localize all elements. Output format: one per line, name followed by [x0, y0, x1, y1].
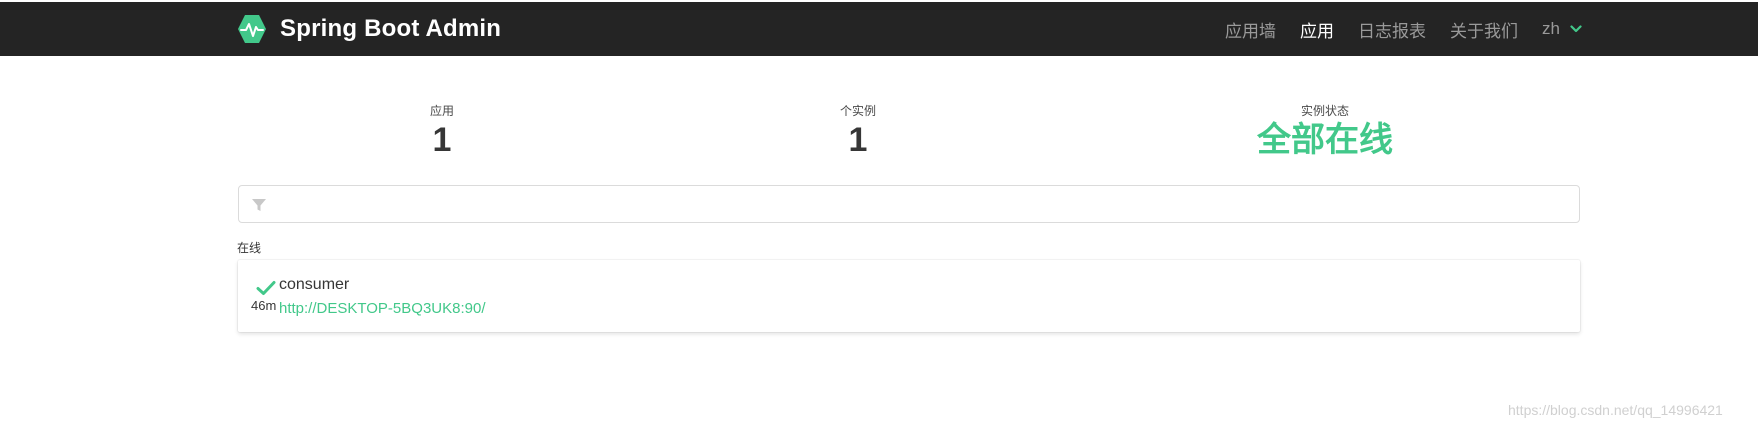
stat-applications-value: 1	[432, 121, 452, 159]
filter-input[interactable]	[279, 186, 1571, 224]
application-card[interactable]: 46m consumer http://DESKTOP-5BQ3UK8:90/	[238, 260, 1580, 332]
watermark: https://blog.csdn.net/qq_14996421	[1508, 402, 1723, 418]
stat-instances-value: 1	[848, 121, 868, 159]
nav-item-wallboard[interactable]: 应用墙	[1225, 17, 1276, 42]
nav-menu: 应用墙 应用 日志报表 关于我们 zh	[1201, 2, 1582, 56]
app-title: Spring Boot Admin	[280, 15, 502, 42]
filter-box[interactable]	[238, 185, 1580, 224]
filter-icon	[252, 199, 266, 211]
navbar: Spring Boot Admin 应用墙 应用 日志报表 关于我们 zh	[0, 2, 1758, 56]
stat-status-value: 全部在线	[1257, 121, 1393, 159]
nav-item-applications[interactable]: 应用	[1300, 17, 1334, 42]
application-url-link[interactable]: http://DESKTOP-5BQ3UK8:90/	[279, 300, 485, 317]
stat-applications-label: 应用	[429, 104, 454, 118]
language-selector[interactable]: zh	[1542, 19, 1582, 39]
stat-instances-label: 个实例	[839, 104, 876, 118]
group-title: 在线	[237, 241, 262, 255]
uptime-label: 46m	[251, 298, 277, 313]
nav-item-journal[interactable]: 日志报表	[1358, 17, 1426, 42]
logo-icon	[238, 15, 266, 43]
check-icon	[256, 281, 276, 295]
application-name: consumer	[279, 276, 350, 293]
stat-status: 实例状态 全部在线	[1205, 104, 1445, 160]
language-label: zh	[1542, 19, 1560, 38]
nav-item-about[interactable]: 关于我们	[1450, 17, 1518, 42]
brand[interactable]: Spring Boot Admin	[236, 13, 501, 45]
stat-instances: 个实例 1	[738, 104, 978, 160]
stat-status-label: 实例状态	[1300, 104, 1349, 118]
stat-applications: 应用 1	[322, 104, 562, 160]
chevron-down-icon	[1570, 25, 1582, 33]
